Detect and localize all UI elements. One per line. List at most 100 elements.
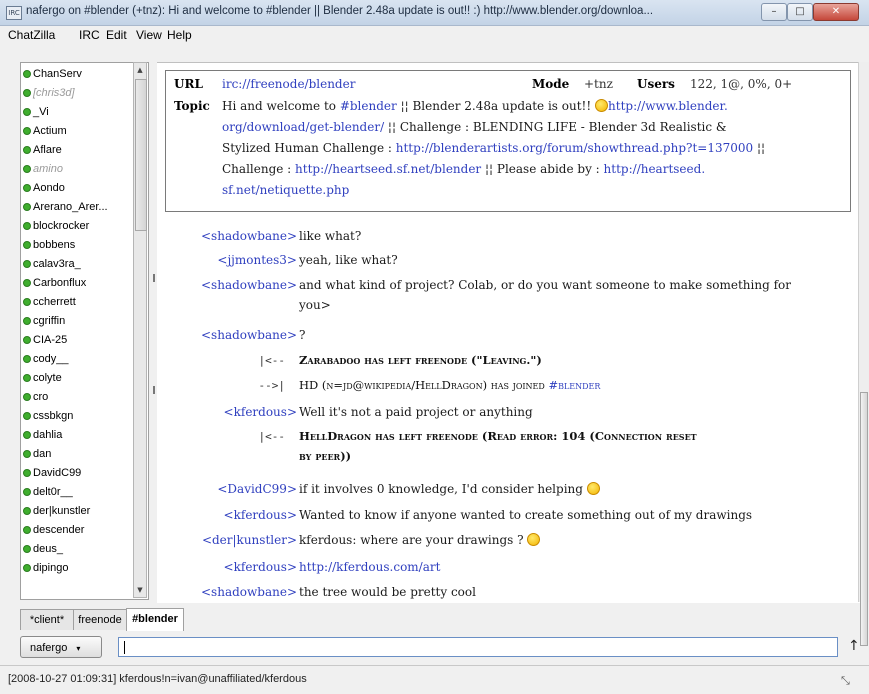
user-list-item[interactable]: cgriffin — [23, 314, 65, 329]
user-list-item[interactable]: cody__ — [23, 352, 68, 367]
chevron-down-icon: ▾ — [76, 644, 81, 653]
topic-line: org/download/get-blender/ ¦¦ Challenge :… — [222, 120, 727, 134]
user-list-item[interactable]: dahlia — [23, 428, 62, 443]
tab-blender[interactable]: #blender — [126, 608, 184, 631]
user-list-item[interactable]: colyte — [23, 371, 62, 386]
nickname-button[interactable]: nafergo ▾ — [20, 636, 102, 658]
hyperlink[interactable]: http://www.blender. — [608, 99, 728, 113]
text-segment: kferdous: where are your drawings ? — [299, 533, 528, 547]
user-nickname: deus_ — [33, 543, 63, 555]
message-text: yeah, like what? — [299, 253, 398, 267]
user-list-item[interactable]: Aondo — [23, 181, 65, 196]
users-count: 122, 1@, 0%, 0+ — [690, 77, 793, 91]
hyperlink[interactable]: http://heartseed.sf.net/blender — [295, 162, 481, 176]
user-list-item[interactable]: cro — [23, 390, 48, 405]
hyperlink[interactable]: #blender — [340, 99, 397, 113]
user-list-item[interactable]: Arerano_Arer... — [23, 200, 108, 215]
user-status-icon — [23, 488, 31, 496]
hyperlink[interactable]: #blender — [548, 378, 600, 392]
user-status-icon — [23, 165, 31, 173]
message-text: kferdous: where are your drawings ? — [299, 533, 541, 547]
user-list-item[interactable]: CIA-25 — [23, 333, 67, 348]
user-list-item[interactable]: amino — [23, 162, 63, 177]
user-list-item[interactable]: calav3ra_ — [23, 257, 81, 272]
user-status-icon — [23, 526, 31, 534]
topic-line: Stylized Human Challenge : http://blende… — [222, 141, 765, 155]
scroll-up-arrow-icon[interactable]: ▲ — [135, 64, 145, 76]
user-list-item[interactable]: Carbonflux — [23, 276, 86, 291]
message-nick[interactable]: <der|kunstler> — [202, 533, 297, 547]
menu-view[interactable]: View — [136, 28, 162, 42]
hyperlink[interactable]: http://kferdous.com/art — [299, 560, 440, 574]
menu-irc[interactable]: IRC — [79, 28, 100, 42]
status-text: [2008-10-27 01:09:31] kferdous!n=ivan@un… — [8, 673, 307, 685]
scroll-down-arrow-icon[interactable]: ▼ — [135, 584, 145, 596]
message-nick[interactable]: <shadowbane> — [201, 328, 297, 342]
user-list-item[interactable]: delt0r__ — [23, 485, 73, 500]
minimize-button[interactable]: – — [761, 3, 787, 21]
menu-help[interactable]: Help — [167, 28, 192, 42]
user-list-item[interactable]: bobbens — [23, 238, 75, 253]
menu-edit[interactable]: Edit — [106, 28, 127, 42]
tab-freenode[interactable]: freenode — [73, 609, 127, 630]
user-status-icon — [23, 393, 31, 401]
user-list[interactable]: ChanServ [chris3d] _Vi Actium Aflare amino Aon… — [20, 62, 149, 600]
user-list-item[interactable]: dan — [23, 447, 51, 462]
text-segment: Challenge : — [222, 162, 296, 176]
message-nick[interactable]: <kferdous> — [224, 405, 297, 419]
user-list-scrollbar[interactable]: ▲ ▼ — [133, 62, 147, 598]
user-list-item[interactable]: Aflare — [23, 143, 62, 158]
message-nick[interactable]: <DavidC99> — [217, 482, 297, 496]
text-segment: you> — [299, 298, 331, 312]
user-nickname: descender — [33, 524, 85, 536]
send-icon[interactable]: ↑ — [848, 638, 860, 654]
user-list-item[interactable]: [chris3d] — [23, 86, 75, 101]
user-list-item[interactable]: descender — [23, 523, 84, 538]
title-bar[interactable]: IRC nafergo on #blender (+tnz): Hi and w… — [0, 0, 869, 26]
user-nickname: Arerano_Arer... — [33, 201, 108, 213]
text-segment: HD (n=jd@wikipedia/HellDragon) has joine… — [299, 378, 549, 392]
chat-scrollbar[interactable] — [858, 62, 869, 646]
user-list-item[interactable]: ChanServ — [23, 67, 82, 82]
user-list-item[interactable]: der|kunstler — [23, 504, 90, 519]
message-input[interactable] — [118, 637, 838, 657]
hyperlink[interactable]: sf.net/netiquette.php — [222, 183, 349, 197]
user-list-item[interactable]: DavidC99 — [23, 466, 81, 481]
maximize-button[interactable]: □ — [787, 3, 813, 21]
message-text: like what? — [299, 229, 361, 243]
user-nickname: dahlia — [33, 429, 63, 441]
text-segment: by peer)) — [299, 449, 352, 463]
user-list-item[interactable]: Actium — [23, 124, 67, 139]
pane-splitter[interactable] — [150, 62, 156, 598]
message-nick[interactable]: <shadowbane> — [201, 229, 297, 243]
user-list-item[interactable]: dipingo — [23, 561, 68, 576]
user-list-item[interactable]: cssbkgn — [23, 409, 73, 424]
message-nick[interactable]: <kferdous> — [224, 508, 297, 522]
user-list-item[interactable]: blockrocker — [23, 219, 89, 234]
user-nickname: bobbens — [33, 239, 76, 251]
message-nick[interactable]: <shadowbane> — [201, 585, 297, 599]
hyperlink[interactable]: http://blenderartists.org/forum/showthre… — [396, 141, 753, 155]
chat-scroll-thumb[interactable] — [860, 392, 868, 646]
channel-url-link[interactable]: irc://freenode/blender — [222, 77, 355, 91]
message-nick[interactable]: <jjmontes3> — [217, 253, 297, 267]
message-nick[interactable]: <kferdous> — [224, 560, 297, 574]
text-segment: Zarabadoo has left freenode ("Leaving.") — [299, 353, 542, 367]
message-nick[interactable]: <shadowbane> — [201, 278, 297, 292]
hyperlink[interactable]: org/download/get-blender/ — [222, 120, 384, 134]
hyperlink[interactable]: http://heartseed. — [604, 162, 706, 176]
user-nickname: Aflare — [33, 144, 62, 156]
user-list-item[interactable]: deus_ — [23, 542, 63, 557]
tab-client[interactable]: *client* — [20, 609, 74, 630]
user-status-icon — [23, 108, 31, 116]
url-label: URL — [174, 77, 203, 91]
menu-chatzilla[interactable]: ChatZilla — [8, 28, 55, 42]
splitter-grip-icon — [153, 386, 155, 394]
user-list-item[interactable]: _Vi — [23, 105, 49, 120]
close-button[interactable]: ✕ — [813, 3, 859, 21]
text-segment: HellDragon has left freenode (Read error… — [299, 429, 697, 443]
text-segment: like what? — [299, 229, 362, 243]
user-list-scroll-thumb[interactable] — [135, 79, 147, 231]
user-list-item[interactable]: ccherrett — [23, 295, 76, 310]
resize-grip-icon[interactable]: ⤡ — [841, 674, 850, 688]
